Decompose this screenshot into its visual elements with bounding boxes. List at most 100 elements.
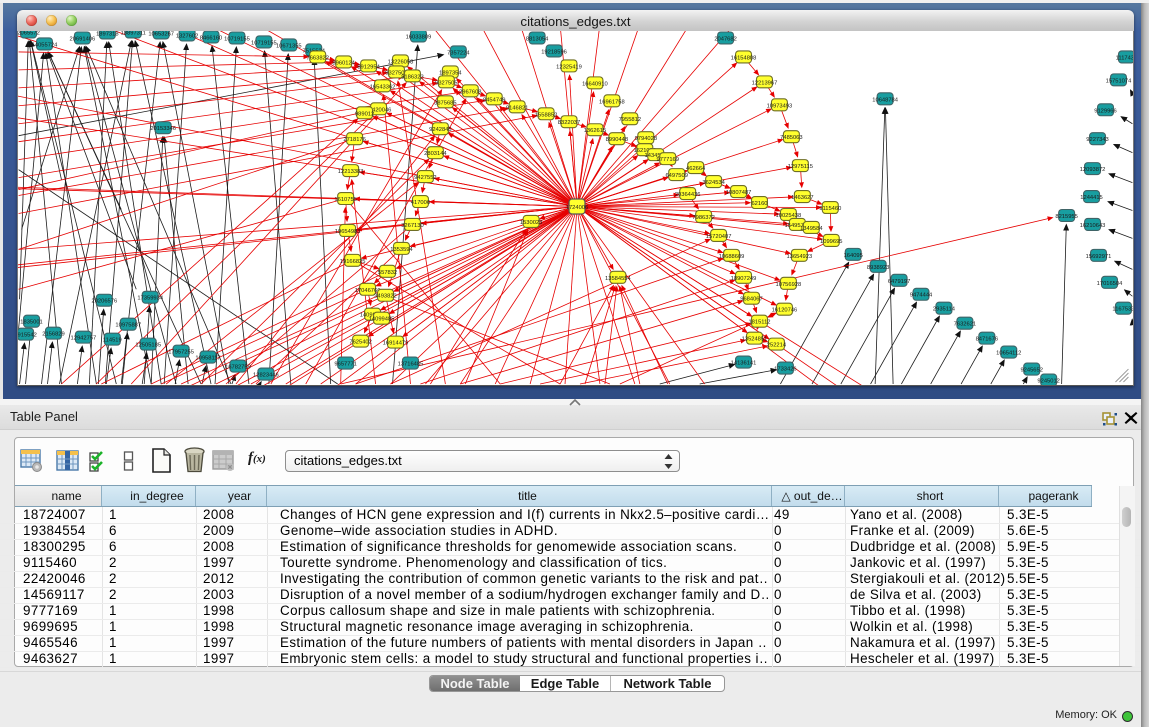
svg-text:12823446: 12823446 (253, 373, 279, 379)
svg-text:6497509: 6497509 (665, 173, 687, 179)
svg-text:14136141: 14136141 (731, 361, 757, 367)
svg-text:7632621: 7632621 (954, 322, 976, 328)
svg-text:1362615: 1362615 (584, 128, 606, 134)
svg-text:2047682: 2047682 (714, 36, 736, 42)
svg-text:16033809: 16033809 (406, 34, 432, 40)
svg-text:8454749: 8454749 (483, 97, 505, 103)
svg-text:3915542: 3915542 (17, 333, 37, 339)
svg-text:10973493: 10973493 (767, 103, 793, 109)
svg-text:17359934: 17359934 (137, 296, 163, 302)
svg-text:252214: 252214 (767, 343, 787, 349)
svg-text:9327505: 9327505 (435, 80, 457, 86)
svg-text:8322037: 8322037 (558, 120, 580, 126)
svg-text:1610755: 1610755 (334, 197, 356, 203)
svg-text:8813054: 8813054 (526, 36, 549, 42)
svg-text:12942757: 12942757 (71, 336, 97, 342)
svg-text:9794028: 9794028 (635, 136, 657, 142)
svg-text:20691406: 20691406 (70, 36, 96, 42)
svg-text:1835001: 1835001 (20, 320, 42, 326)
svg-text:12325419: 12325419 (556, 64, 582, 70)
svg-text:20206576: 20206576 (92, 299, 118, 305)
svg-text:1530023: 1530023 (520, 220, 542, 226)
svg-text:9684067: 9684067 (740, 297, 762, 303)
svg-text:2065572: 2065572 (17, 31, 39, 36)
svg-text:1353594: 1353594 (390, 247, 413, 253)
svg-text:7625402: 7625402 (349, 340, 371, 346)
svg-text:9146821: 9146821 (506, 105, 528, 111)
svg-text:10719155: 10719155 (224, 36, 250, 42)
svg-text:2803144: 2803144 (424, 151, 447, 157)
svg-text:9227343: 9227343 (1086, 137, 1108, 143)
svg-text:12213967: 12213967 (752, 80, 778, 86)
svg-text:10756928: 10756928 (776, 282, 802, 288)
svg-text:417006: 417006 (411, 200, 430, 206)
svg-text:16640910: 16640910 (582, 81, 608, 87)
svg-text:13226058: 13226058 (388, 59, 414, 65)
svg-text:7955812: 7955812 (619, 117, 641, 123)
svg-text:10653267: 10653267 (148, 31, 174, 37)
svg-text:8912954: 8912954 (357, 64, 380, 70)
svg-text:7485063: 7485063 (780, 135, 802, 141)
svg-text:10671355: 10671355 (276, 43, 302, 49)
svg-text:13524851: 13524851 (742, 337, 768, 343)
svg-text:14055724: 14055724 (32, 42, 58, 48)
svg-text:13654923: 13654923 (787, 254, 813, 260)
svg-text:16154808: 16154808 (731, 55, 757, 61)
svg-text:10719155: 10719155 (251, 40, 277, 46)
svg-text:10688609: 10688609 (719, 254, 745, 260)
svg-text:1724006: 1724006 (566, 205, 588, 211)
svg-text:164095: 164095 (844, 253, 863, 259)
svg-text:10807487: 10807487 (726, 190, 752, 196)
svg-text:16210643: 16210643 (1080, 223, 1106, 229)
svg-text:19218596: 19218596 (541, 49, 567, 55)
svg-text:9245012: 9245012 (1037, 379, 1059, 385)
svg-text:989012: 989012 (355, 111, 374, 117)
svg-text:8471676: 8471676 (976, 337, 998, 343)
svg-text:16543362: 16543362 (370, 84, 396, 90)
svg-text:1733426: 1733426 (774, 367, 796, 373)
svg-text:8466160: 8466160 (200, 35, 222, 41)
svg-text:8186323: 8186323 (401, 74, 423, 80)
svg-text:20153346: 20153346 (150, 126, 176, 132)
svg-text:1117437: 1117437 (1116, 55, 1134, 61)
svg-text:10958117: 10958117 (195, 356, 220, 362)
svg-text:1244415: 1244415 (1080, 195, 1102, 201)
svg-text:1463627: 1463627 (791, 195, 813, 201)
svg-text:557832: 557832 (378, 270, 397, 276)
svg-text:6479197: 6479197 (888, 279, 910, 285)
svg-text:18897311: 18897311 (121, 31, 146, 36)
svg-text:10975887: 10975887 (115, 323, 141, 329)
svg-text:8960124: 8960124 (332, 60, 355, 66)
svg-text:9427552: 9427552 (414, 175, 436, 181)
svg-text:16961758: 16961758 (599, 99, 625, 105)
svg-text:3624534: 3624534 (702, 180, 725, 186)
svg-text:9474444: 9474444 (910, 293, 933, 299)
svg-text:9245652: 9245652 (1020, 368, 1042, 374)
svg-text:19166825: 19166825 (340, 259, 366, 265)
svg-text:1099695: 1099695 (820, 239, 842, 245)
svg-text:10648784: 10648784 (872, 97, 898, 103)
svg-text:14099485: 14099485 (369, 317, 395, 323)
svg-text:62160: 62160 (751, 201, 767, 207)
svg-text:8938923: 8938923 (867, 265, 889, 271)
svg-text:17016504: 17016504 (1097, 281, 1123, 287)
svg-text:3875685: 3875685 (434, 100, 456, 106)
svg-text:12975115: 12975115 (788, 164, 813, 170)
svg-text:15751074: 15751074 (1106, 78, 1132, 84)
svg-text:1327602: 1327602 (176, 33, 198, 39)
svg-text:1897318: 1897318 (96, 31, 118, 37)
svg-text:8990448: 8990448 (606, 137, 628, 143)
svg-text:16120746: 16120746 (772, 308, 798, 314)
svg-text:15692971: 15692971 (1086, 254, 1112, 260)
svg-text:2156829: 2156829 (42, 332, 64, 338)
svg-text:7663822: 7663822 (307, 55, 329, 61)
svg-text:3267130: 3267130 (401, 223, 423, 229)
svg-text:1558852: 1558852 (535, 112, 557, 118)
svg-text:462664: 462664 (686, 166, 706, 172)
svg-text:8215955: 8215955 (1055, 214, 1077, 220)
svg-text:18907249: 18907249 (731, 276, 757, 282)
svg-text:12093872: 12093872 (1080, 167, 1106, 173)
svg-text:9242845: 9242845 (429, 127, 451, 133)
svg-text:2935114: 2935114 (933, 307, 956, 313)
svg-text:9129966: 9129966 (1094, 108, 1116, 114)
